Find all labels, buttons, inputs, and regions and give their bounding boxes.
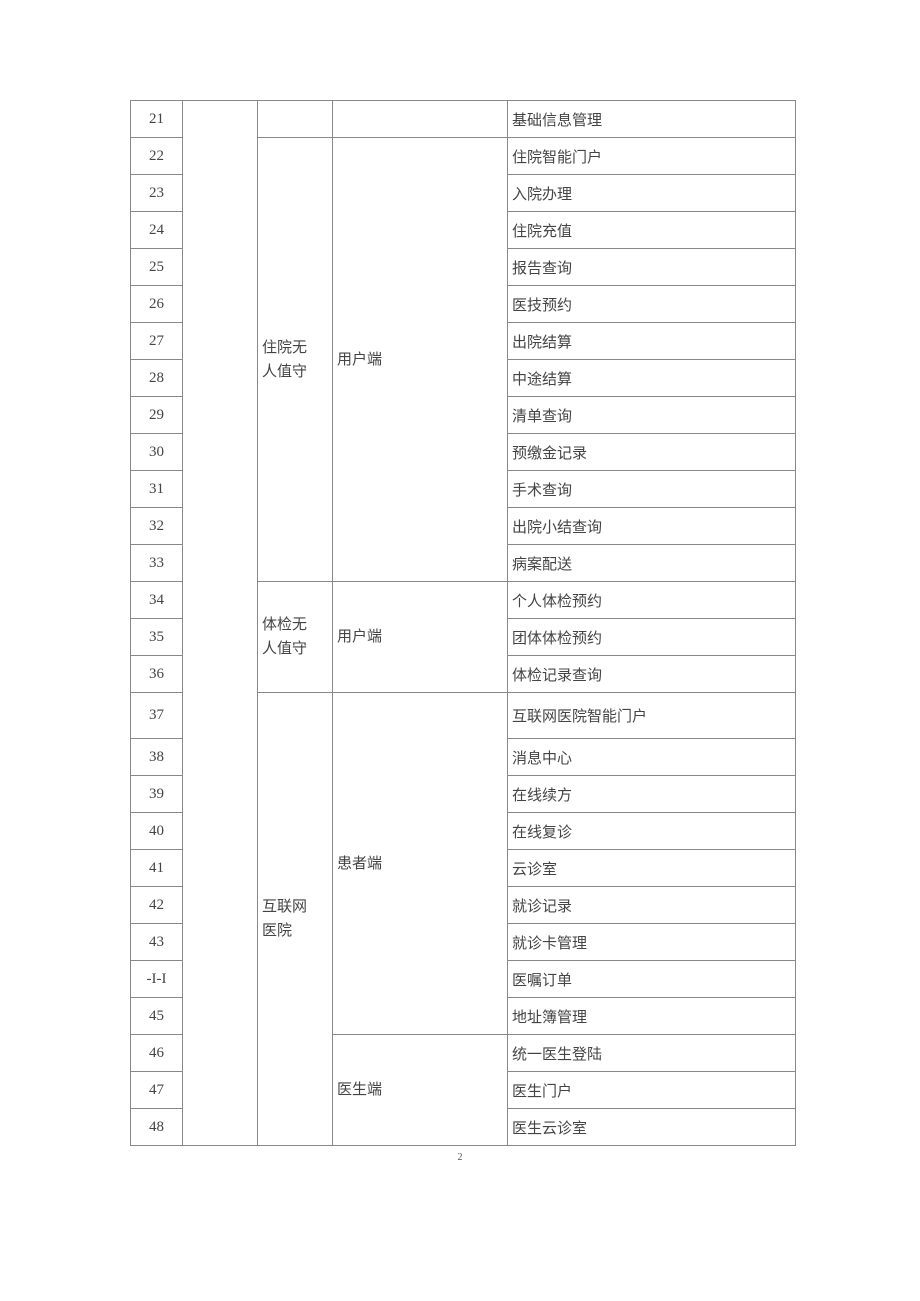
row21-cat — [258, 101, 333, 138]
row-index: 28 — [131, 360, 183, 397]
item-cell: 统一医生登陆 — [508, 1035, 796, 1072]
item-cell: 入院办理 — [508, 175, 796, 212]
table-row: 21 基础信息管理 — [131, 101, 796, 138]
group-hulian: 互联网 医院 — [258, 693, 333, 1146]
row-index: 39 — [131, 776, 183, 813]
item-cell: 出院结算 — [508, 323, 796, 360]
row-index: 23 — [131, 175, 183, 212]
row-index: 24 — [131, 212, 183, 249]
item-cell: 就诊卡管理 — [508, 924, 796, 961]
row-index: 40 — [131, 813, 183, 850]
row-index: 31 — [131, 471, 183, 508]
row21-sub — [333, 101, 508, 138]
row-index: 42 — [131, 887, 183, 924]
row-index: 45 — [131, 998, 183, 1035]
row-index: 22 — [131, 138, 183, 175]
group-line: 人值守 — [262, 641, 307, 657]
row-index: 43 — [131, 924, 183, 961]
content-table: 21 基础信息管理 22 住院无 人值守 用户端 住院智能门户 23 入院办理 2… — [130, 100, 796, 1146]
blank-group — [183, 101, 258, 1146]
row-index: 47 — [131, 1072, 183, 1109]
row-index: 35 — [131, 619, 183, 656]
item-cell: 云诊室 — [508, 850, 796, 887]
group-line: 住院无 — [262, 340, 307, 356]
item-cell: 体检记录查询 — [508, 656, 796, 693]
row-index: 30 — [131, 434, 183, 471]
item-cell: 在线续方 — [508, 776, 796, 813]
row-index: 34 — [131, 582, 183, 619]
group-zhuyuan: 住院无 人值守 — [258, 138, 333, 582]
row-index: 41 — [131, 850, 183, 887]
row-index: 48 — [131, 1109, 183, 1146]
item-cell: 医生门户 — [508, 1072, 796, 1109]
item-cell: 就诊记录 — [508, 887, 796, 924]
group-line: 体检无 — [262, 617, 307, 633]
row-index: 32 — [131, 508, 183, 545]
row-index: 27 — [131, 323, 183, 360]
item-cell: 清单查询 — [508, 397, 796, 434]
item-cell: 基础信息管理 — [508, 101, 796, 138]
item-cell: 医技预约 — [508, 286, 796, 323]
item-cell: 出院小结查询 — [508, 508, 796, 545]
group-tijian: 体检无 人值守 — [258, 582, 333, 693]
item-cell: 医嘱订单 — [508, 961, 796, 998]
item-cell: 互联网医院智能门户 — [508, 693, 796, 739]
subgroup-tijian: 用户端 — [333, 582, 508, 693]
group-line: 人值守 — [262, 364, 307, 380]
subgroup-zhuyuan: 用户端 — [333, 138, 508, 582]
row-index: 29 — [131, 397, 183, 434]
row-index: 38 — [131, 739, 183, 776]
item-cell: 病案配送 — [508, 545, 796, 582]
item-cell: 中途结算 — [508, 360, 796, 397]
item-cell: 手术查询 — [508, 471, 796, 508]
group-line: 医院 — [262, 923, 292, 939]
item-cell: 消息中心 — [508, 739, 796, 776]
group-line: 互联网 — [262, 899, 307, 915]
row-index: 21 — [131, 101, 183, 138]
subgroup-yisheng: 医生端 — [333, 1035, 508, 1146]
item-cell: 团体体检预约 — [508, 619, 796, 656]
item-cell: 在线复诊 — [508, 813, 796, 850]
subgroup-huanzhe: 患者端 — [333, 693, 508, 1035]
page-number: 2 — [0, 1152, 920, 1163]
item-cell: 医生云诊室 — [508, 1109, 796, 1146]
item-cell: 个人体检预约 — [508, 582, 796, 619]
row-index: 37 — [131, 693, 183, 739]
row-index: 46 — [131, 1035, 183, 1072]
item-cell: 住院智能门户 — [508, 138, 796, 175]
item-cell: 预缴金记录 — [508, 434, 796, 471]
row-index: 33 — [131, 545, 183, 582]
item-cell: 住院充值 — [508, 212, 796, 249]
item-cell: 地址簿管理 — [508, 998, 796, 1035]
row-index: 26 — [131, 286, 183, 323]
row-index: 36 — [131, 656, 183, 693]
row-index: 25 — [131, 249, 183, 286]
row-index: -I-I — [131, 961, 183, 998]
item-cell: 报告查询 — [508, 249, 796, 286]
